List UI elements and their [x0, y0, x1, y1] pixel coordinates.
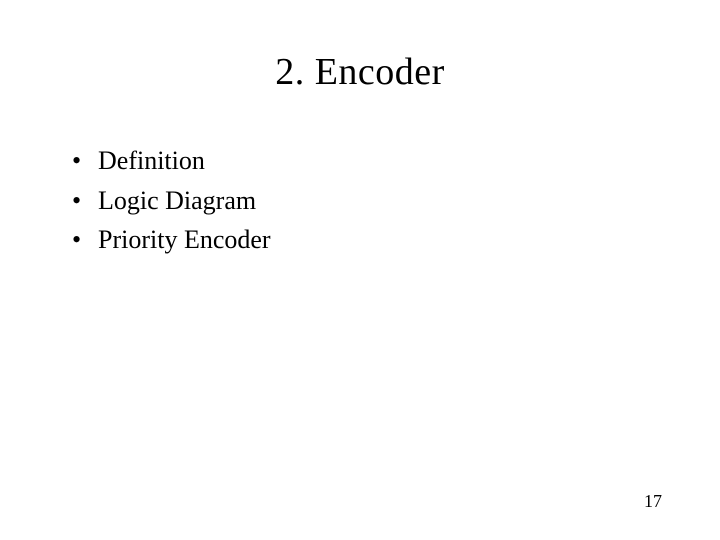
page-number: 17: [644, 491, 662, 512]
bullet-item: Logic Diagram: [70, 182, 650, 220]
slide-title: 2. Encoder: [70, 50, 650, 94]
slide: 2. Encoder Definition Logic Diagram Prio…: [0, 0, 720, 540]
bullet-item: Definition: [70, 142, 650, 180]
bullet-item: Priority Encoder: [70, 221, 650, 259]
bullet-list: Definition Logic Diagram Priority Encode…: [70, 142, 650, 259]
